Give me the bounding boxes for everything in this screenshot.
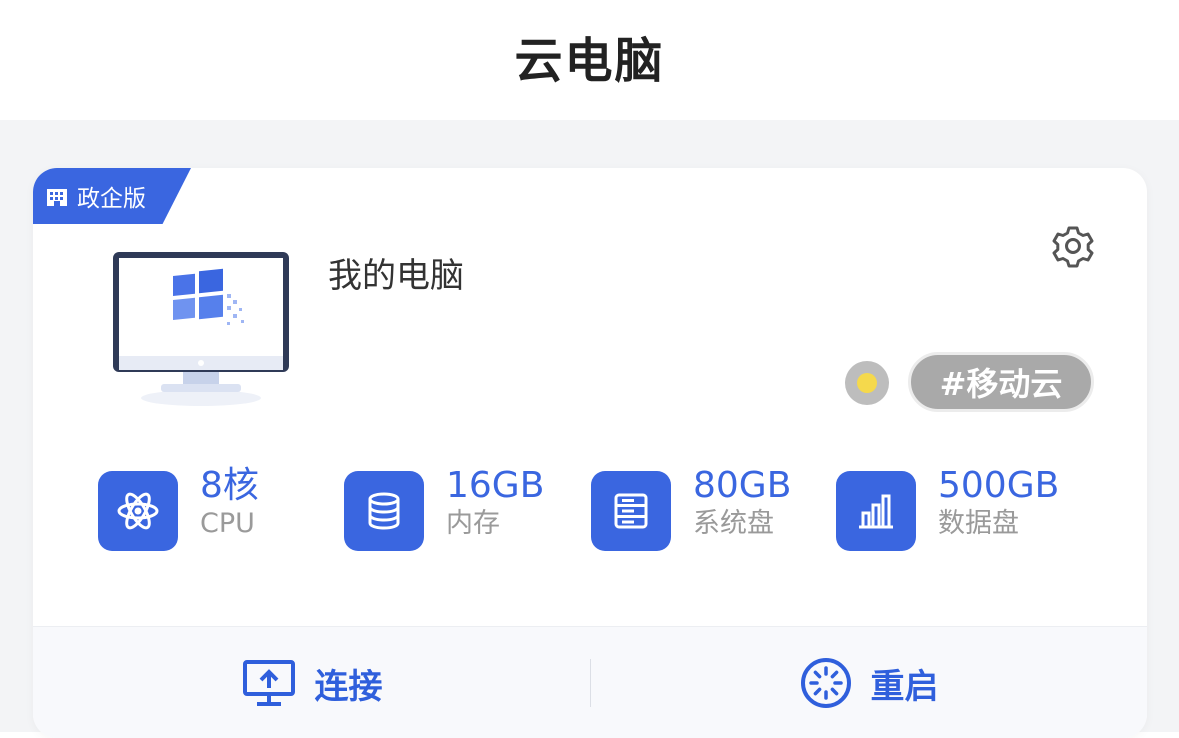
computer-illustration [113,252,289,406]
spec-list: 8核 CPU 16GB 内存 80GB 系统盘 500GB 数据盘 [98,466,1098,556]
spec-label: 数据盘 [938,508,1019,539]
computer-name: 我的电脑 [328,256,464,296]
status-dot [857,373,877,393]
edition-badge-label: 政企版 [77,186,146,212]
monitor-upload-icon [242,660,295,706]
cloud-pc-card[interactable]: 政企版 我的电脑 #移动云 8核 CPU 16GB 内存 80GB 系统盘 50… [33,168,1147,738]
spec-data-disk: 500GB 数据盘 [836,466,1059,556]
bar-chart-icon [859,494,893,529]
disk-list-icon [614,493,648,529]
header: 云电脑 [0,0,1179,120]
spec-value: 8核 [200,465,259,506]
connect-label: 连接 [314,666,383,707]
spec-icon-box [591,471,671,551]
database-icon [368,492,400,530]
status-indicator [845,361,889,405]
restart-button[interactable]: 重启 [590,627,1147,738]
connect-button[interactable]: 连接 [33,627,590,738]
spinner-icon [800,658,851,708]
spec-memory: 16GB 内存 [344,466,544,556]
provider-tag: #移动云 [908,352,1094,412]
spec-icon-box [98,471,178,551]
spec-label: 内存 [446,508,500,539]
spec-label: 系统盘 [693,508,774,539]
gear-icon[interactable] [1051,224,1095,268]
spec-label: CPU [200,508,255,539]
edition-badge: 政企版 [33,168,191,224]
spec-icon-box [836,471,916,551]
building-icon [47,189,67,206]
spec-value: 80GB [693,465,792,506]
card-actions: 连接 重启 [33,626,1147,738]
restart-label: 重启 [870,666,939,707]
content-area: 政企版 我的电脑 #移动云 8核 CPU 16GB 内存 80GB 系统盘 50… [0,120,1179,738]
atom-icon [117,492,159,530]
spec-value: 16GB [446,465,545,506]
spec-cpu: 8核 CPU [98,466,259,556]
page-title: 云电脑 [514,33,665,89]
spec-system-disk: 80GB 系统盘 [591,466,791,556]
spec-icon-box [344,471,424,551]
spec-value: 500GB [938,465,1060,506]
